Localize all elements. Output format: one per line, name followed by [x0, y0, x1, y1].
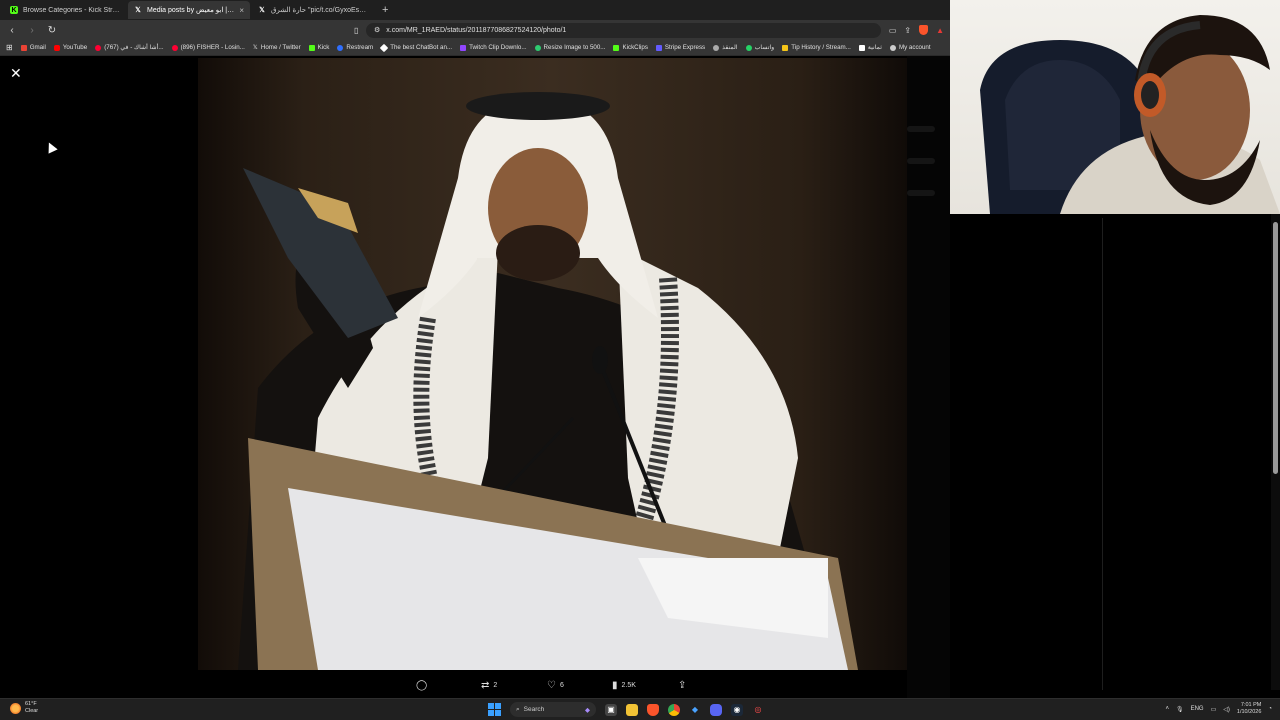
photo-illustration — [238, 92, 858, 670]
bookmark-item[interactable]: Resize Image to 500... — [534, 44, 605, 51]
task-view-icon[interactable]: ▣ — [605, 703, 617, 716]
tab-title: Browse Categories - Kick Streaming — [23, 6, 120, 14]
new-tab-button[interactable]: + — [376, 4, 394, 16]
media-viewer: ✕ ◯ ⇄ 2 ♡ 6 ▮ 2.5K ⇪ — [0, 56, 950, 698]
tab-kick[interactable]: K Browse Categories - Kick Streaming — [4, 1, 126, 19]
views-chart-icon: ▮ — [612, 679, 618, 691]
sun-icon — [10, 702, 21, 714]
reload-icon[interactable]: ↻ — [46, 25, 58, 36]
post-photo[interactable] — [198, 58, 907, 670]
search-icon: ⌕ — [516, 705, 520, 713]
bookmark-item[interactable]: Twitch Clip Downlo... — [460, 44, 527, 51]
bookmark-item[interactable]: My account — [889, 44, 931, 51]
tab-close-icon[interactable]: × — [239, 6, 244, 15]
weather-temp: 61°F — [25, 701, 37, 707]
reply-button[interactable]: ◯ — [416, 680, 431, 691]
repost-icon: ⇄ — [481, 679, 490, 691]
obs-icon[interactable]: ◎ — [752, 704, 764, 716]
taskbar-search[interactable]: ⌕ Search ◆ — [510, 702, 596, 717]
weather-desc: Clear — [25, 708, 39, 714]
taskbar-apps: ⌕ Search ◆ ▣ ◆ ◉ ◎ — [488, 702, 764, 717]
rewards-icon[interactable]: ▲ — [936, 26, 944, 35]
bookmark-item[interactable]: Stripe Express — [655, 44, 705, 51]
bookmarks-bar: ⊞ Gmail YouTube (767) أشا أشاك - في... (… — [0, 40, 950, 56]
volume-icon[interactable]: ◁) — [1223, 706, 1230, 713]
bookmark-item[interactable]: KickClips — [613, 44, 648, 51]
site-info-icon[interactable]: ⚙ — [374, 26, 380, 34]
scrollbar-thumb[interactable] — [1273, 222, 1278, 474]
url-text: x.com/MR_1RAED/status/201187708682752412… — [386, 26, 567, 34]
upload-share-icon: ⇪ — [678, 679, 687, 691]
repost-button[interactable]: ⇄ 2 — [481, 680, 497, 691]
webcam-overlay — [950, 0, 1280, 214]
bookmark-item[interactable]: Kick — [308, 44, 329, 51]
share-button[interactable]: ⇪ — [678, 680, 686, 691]
bookmark-item[interactable]: ثمانية — [858, 44, 882, 51]
reply-icon: ◯ — [416, 679, 428, 691]
share-icon[interactable]: ⇪ — [904, 26, 911, 35]
post-actions-bar: ◯ ⇄ 2 ♡ 6 ▮ 2.5K ⇪ — [0, 675, 950, 695]
bookmark-item[interactable]: Restream — [337, 44, 373, 51]
windows-taskbar: 61°F Clear ⌕ Search ◆ ▣ ◆ ◉ ◎ ˄ 🎙︎ ENG ▭ — [0, 698, 1280, 720]
brave-browser-icon[interactable] — [647, 703, 659, 716]
language-indicator[interactable]: ENG — [1191, 706, 1204, 712]
apps-grid-icon[interactable]: ⊞ — [6, 43, 13, 52]
steam-icon[interactable]: ◉ — [731, 703, 743, 716]
tab-title: حارة الشرق "pic/t.co/GyxoEsRsFy" / X — [271, 7, 368, 14]
brave-shields-icon[interactable] — [919, 25, 929, 35]
tab-post[interactable]: 𝕏 حارة الشرق "pic/t.co/GyxoEsRsFy" / X — [252, 1, 374, 19]
webcam-illustration — [980, 15, 1280, 214]
bookmark-icon[interactable]: ▯ — [354, 26, 358, 35]
back-icon[interactable]: ‹ — [6, 25, 18, 36]
bookmark-item[interactable]: Tip History / Stream... — [782, 44, 851, 51]
placeholder-line — [907, 158, 935, 164]
scrollbar[interactable] — [1271, 214, 1280, 690]
notifications-icon[interactable]: ◔ — [1268, 706, 1272, 712]
placeholder-line — [907, 126, 935, 132]
bookmark-item[interactable]: (896) FISHER - Losin... — [171, 44, 245, 51]
network-icon[interactable]: ▭ — [1211, 706, 1217, 713]
address-actions: ▭ ⇪ ▲ — [889, 25, 944, 35]
bookmark-item[interactable]: YouTube — [53, 44, 87, 51]
clock[interactable]: 7:01 PM 1/10/2026 — [1237, 702, 1261, 716]
views-button[interactable]: ▮ 2.5K — [612, 680, 636, 691]
chevron-up-icon[interactable]: ˄ — [1165, 706, 1169, 712]
mouse-cursor-icon — [44, 140, 58, 154]
bookmark-item[interactable]: واتساب — [745, 44, 774, 51]
like-button[interactable]: ♡ 6 — [547, 680, 564, 691]
x-icon: 𝕏 — [259, 7, 265, 14]
x-icon: 𝕏 — [135, 7, 141, 14]
cast-icon[interactable]: ▭ — [889, 26, 897, 35]
screen: K Browse Categories - Kick Streaming 𝕏 M… — [0, 0, 1280, 720]
stream-chat-pane — [1102, 218, 1270, 690]
copilot-icon: ◆ — [585, 706, 590, 714]
windows-start-icon[interactable] — [488, 703, 501, 716]
x-icon: 𝕏 — [252, 44, 258, 51]
vpn-icon[interactable]: ◆ — [689, 704, 701, 716]
microphone-icon[interactable]: 🎙︎ — [1176, 706, 1184, 713]
search-placeholder: Search — [523, 706, 545, 713]
close-icon[interactable]: ✕ — [10, 65, 22, 82]
bookmark-item[interactable]: (767) أشا أشاك - في... — [95, 44, 164, 51]
bookmark-item[interactable]: Gmail — [20, 44, 46, 51]
placeholder-line — [907, 190, 935, 196]
tab-title: Media posts by ابو معيض | RAE — [147, 7, 235, 14]
chrome-icon[interactable] — [668, 703, 680, 716]
url-field[interactable]: ⚙ x.com/MR_1RAED/status/2011877086827524… — [366, 22, 881, 38]
forward-icon[interactable]: › — [26, 25, 38, 36]
bookmark-item[interactable]: المنقذ — [713, 44, 738, 51]
file-explorer-icon[interactable] — [626, 703, 638, 716]
bookmark-item[interactable]: The best ChatBot an... — [379, 43, 452, 52]
kick-icon: K — [10, 6, 18, 14]
heart-icon: ♡ — [547, 679, 556, 691]
address-bar-row: ‹ › ↻ ▯ ⚙ x.com/MR_1RAED/status/20118770… — [0, 20, 950, 40]
post-side-panel — [907, 56, 950, 698]
tab-media-posts[interactable]: 𝕏 Media posts by ابو معيض | RAE × — [128, 1, 250, 19]
system-tray: ˄ 🎙︎ ENG ▭ ◁) 7:01 PM 1/10/2026 ◔ — [1165, 702, 1272, 716]
weather-widget[interactable]: 61°F Clear — [10, 701, 38, 715]
discord-icon[interactable] — [710, 703, 722, 716]
browser-tab-bar: K Browse Categories - Kick Streaming 𝕏 M… — [0, 0, 950, 20]
bookmark-item[interactable]: 𝕏 Home / Twitter — [253, 44, 301, 51]
